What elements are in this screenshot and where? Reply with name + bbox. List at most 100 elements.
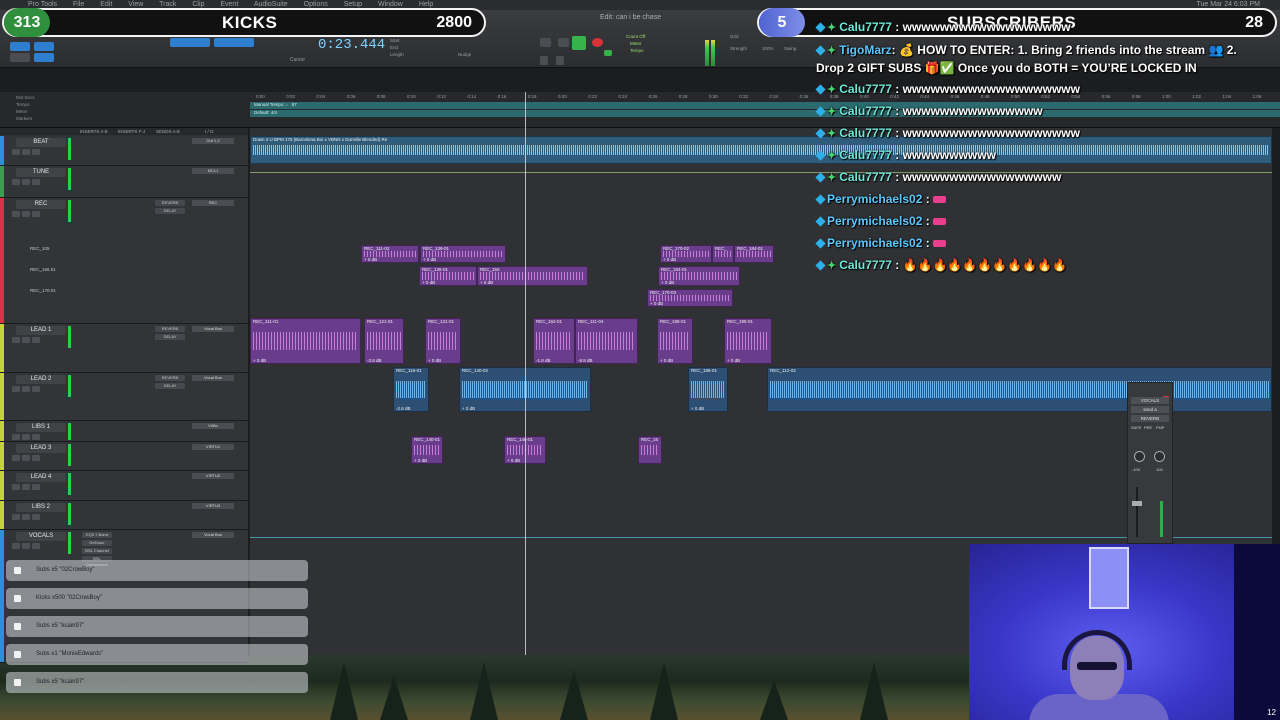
back-button[interactable]: [540, 56, 548, 65]
track-output[interactable]: Out 1-2: [192, 138, 234, 144]
send-slot[interactable]: DELAY: [155, 208, 185, 214]
main-counter[interactable]: 0:23.444: [318, 37, 385, 53]
grid-mode-button[interactable]: [34, 53, 54, 62]
audio-clip[interactable]: REC_: [712, 245, 734, 263]
menu-item-view[interactable]: View: [128, 1, 143, 8]
track-name[interactable]: LIBS 2: [16, 503, 66, 512]
menu-item-edit[interactable]: Edit: [100, 1, 112, 8]
audio-clip[interactable]: REC_16: [638, 436, 662, 464]
audio-clip[interactable]: REC_136-01 + 0 dB: [419, 266, 477, 286]
volume-fader[interactable]: [1132, 501, 1142, 506]
tempo-label[interactable]: Tempo: [630, 48, 644, 53]
mute-button[interactable]: [32, 179, 40, 185]
track-name[interactable]: VOCALS: [16, 532, 66, 541]
mute-button[interactable]: [32, 149, 40, 155]
track-output[interactable]: Vocal Bus: [192, 326, 234, 332]
chat-username[interactable]: Calu7777: [839, 170, 892, 184]
track-header-lead-1[interactable]: LEAD 1 Vocal Bus REVERB DELAY: [0, 324, 248, 373]
mute-button[interactable]: [32, 514, 40, 520]
insert-slot[interactable]: DeEsser: [82, 540, 112, 546]
audio-clip[interactable]: REC_184-01 + 0 dB: [658, 266, 740, 286]
solo-button[interactable]: [22, 434, 30, 440]
mute-button[interactable]: [32, 386, 40, 392]
menu-item-setup[interactable]: Setup: [344, 1, 362, 8]
track-header-rec[interactable]: REC REC REVERB DELAY REC_105 REC_166.01 REC_17…: [0, 198, 248, 324]
track-output[interactable]: Vocal Bus: [192, 375, 234, 381]
menu-item-app[interactable]: Pro Tools: [28, 1, 57, 8]
track-header-tune[interactable]: TUNE MCL1: [0, 166, 248, 198]
track-output[interactable]: MCL1: [192, 168, 234, 174]
fmp-button[interactable]: FMP: [1156, 425, 1164, 430]
tempo-ruler[interactable]: [250, 102, 1280, 109]
mute-button[interactable]: [32, 211, 40, 217]
record-arm-button[interactable]: [12, 149, 20, 155]
record-arm-button[interactable]: [12, 386, 20, 392]
menu-item-options[interactable]: Options: [304, 1, 328, 8]
solo-button[interactable]: [22, 484, 30, 490]
forward-button[interactable]: [556, 56, 564, 65]
record-arm-button[interactable]: [12, 514, 20, 520]
solo-button[interactable]: [22, 211, 30, 217]
playhead-cursor[interactable]: [525, 92, 526, 655]
shuffle-mode-button[interactable]: [10, 42, 30, 51]
mute-button[interactable]: [32, 455, 40, 461]
rewind-button[interactable]: [540, 38, 551, 47]
audio-clip[interactable]: REC_170-02 + 0 dB: [660, 245, 712, 263]
floating-mixer-strip[interactable]: VOCALS send a REVERB SAFE PRE FMP -100 1…: [1127, 382, 1173, 544]
record-arm-button[interactable]: [12, 179, 20, 185]
audio-clip[interactable]: REC_188-01 + 0 dB: [657, 318, 693, 364]
meter-label[interactable]: Meter: [630, 41, 642, 46]
record-button[interactable]: [592, 38, 603, 47]
loop-button[interactable]: [604, 50, 612, 56]
audio-clip[interactable]: REC_150 + 0 dB: [477, 266, 588, 286]
chat-username[interactable]: Calu7777: [839, 148, 892, 162]
track-output[interactable]: VIRTU1: [192, 444, 234, 450]
audio-clip[interactable]: REC_162-01 -1.8 dB: [533, 318, 575, 364]
solo-button[interactable]: [22, 386, 30, 392]
audio-clip[interactable]: REC_112-03: [767, 367, 1272, 412]
menu-item-clip[interactable]: Clip: [192, 1, 204, 8]
mute-button[interactable]: [32, 337, 40, 343]
solo-button[interactable]: [22, 149, 30, 155]
menu-item-file[interactable]: File: [73, 1, 84, 8]
send-slot[interactable]: REVERB: [155, 375, 185, 381]
menu-item-window[interactable]: Window: [378, 1, 403, 8]
pre-button[interactable]: PRE: [1144, 425, 1152, 430]
audio-clip[interactable]: REC_111-04 -8.8 dB: [575, 318, 638, 364]
record-arm-button[interactable]: [12, 337, 20, 343]
audio-clip[interactable]: REC_188-01 + 0 dB: [688, 367, 728, 412]
record-arm-button[interactable]: [12, 543, 20, 549]
play-button[interactable]: [572, 36, 586, 50]
audio-clip[interactable]: REC_131-01 + 0 dB: [425, 318, 461, 364]
menu-item-event[interactable]: Event: [220, 1, 238, 8]
send-slot[interactable]: DELAY: [155, 334, 185, 340]
audio-clip[interactable]: Down 4 U BPM 175 (Barcelona Boi x VBNN x…: [250, 136, 1272, 164]
menu-item-audiosuite[interactable]: AudioSuite: [254, 1, 288, 8]
mute-button[interactable]: [32, 434, 40, 440]
stop-button[interactable]: [558, 38, 569, 47]
chat-username[interactable]: Perrymichaels02: [827, 192, 922, 206]
solo-button[interactable]: [22, 543, 30, 549]
chat-username[interactable]: Calu7777: [839, 20, 892, 34]
strength-value[interactable]: 100%: [762, 46, 774, 51]
track-name[interactable]: LEAD 2: [16, 375, 66, 384]
track-name[interactable]: LIBS 1: [16, 423, 66, 432]
pan-knob-right[interactable]: [1154, 451, 1165, 462]
record-arm-button[interactable]: [12, 455, 20, 461]
track-header-libs-2[interactable]: LIBS 2 VIRTU3: [0, 501, 248, 530]
meter-ruler[interactable]: [250, 110, 1280, 117]
zoom-tool-button[interactable]: [170, 38, 210, 47]
audio-clip[interactable]: REC_111-01 + 0 dB: [250, 318, 361, 364]
send-slot[interactable]: REVERB: [155, 326, 185, 332]
spot-mode-button[interactable]: [34, 42, 54, 51]
track-output[interactable]: Vocal Bus: [192, 532, 234, 538]
strip-send[interactable]: send a: [1131, 406, 1169, 413]
slip-mode-button[interactable]: [10, 53, 30, 62]
record-arm-button[interactable]: [12, 434, 20, 440]
send-slot[interactable]: REVERB: [155, 200, 185, 206]
menu-item-help[interactable]: Help: [419, 1, 433, 8]
send-slot[interactable]: DELAY: [155, 383, 185, 389]
record-arm-button[interactable]: [12, 211, 20, 217]
safe-button[interactable]: SAFE: [1131, 425, 1141, 430]
track-header-lead-4[interactable]: LEAD 4 VIRTU2: [0, 471, 248, 501]
